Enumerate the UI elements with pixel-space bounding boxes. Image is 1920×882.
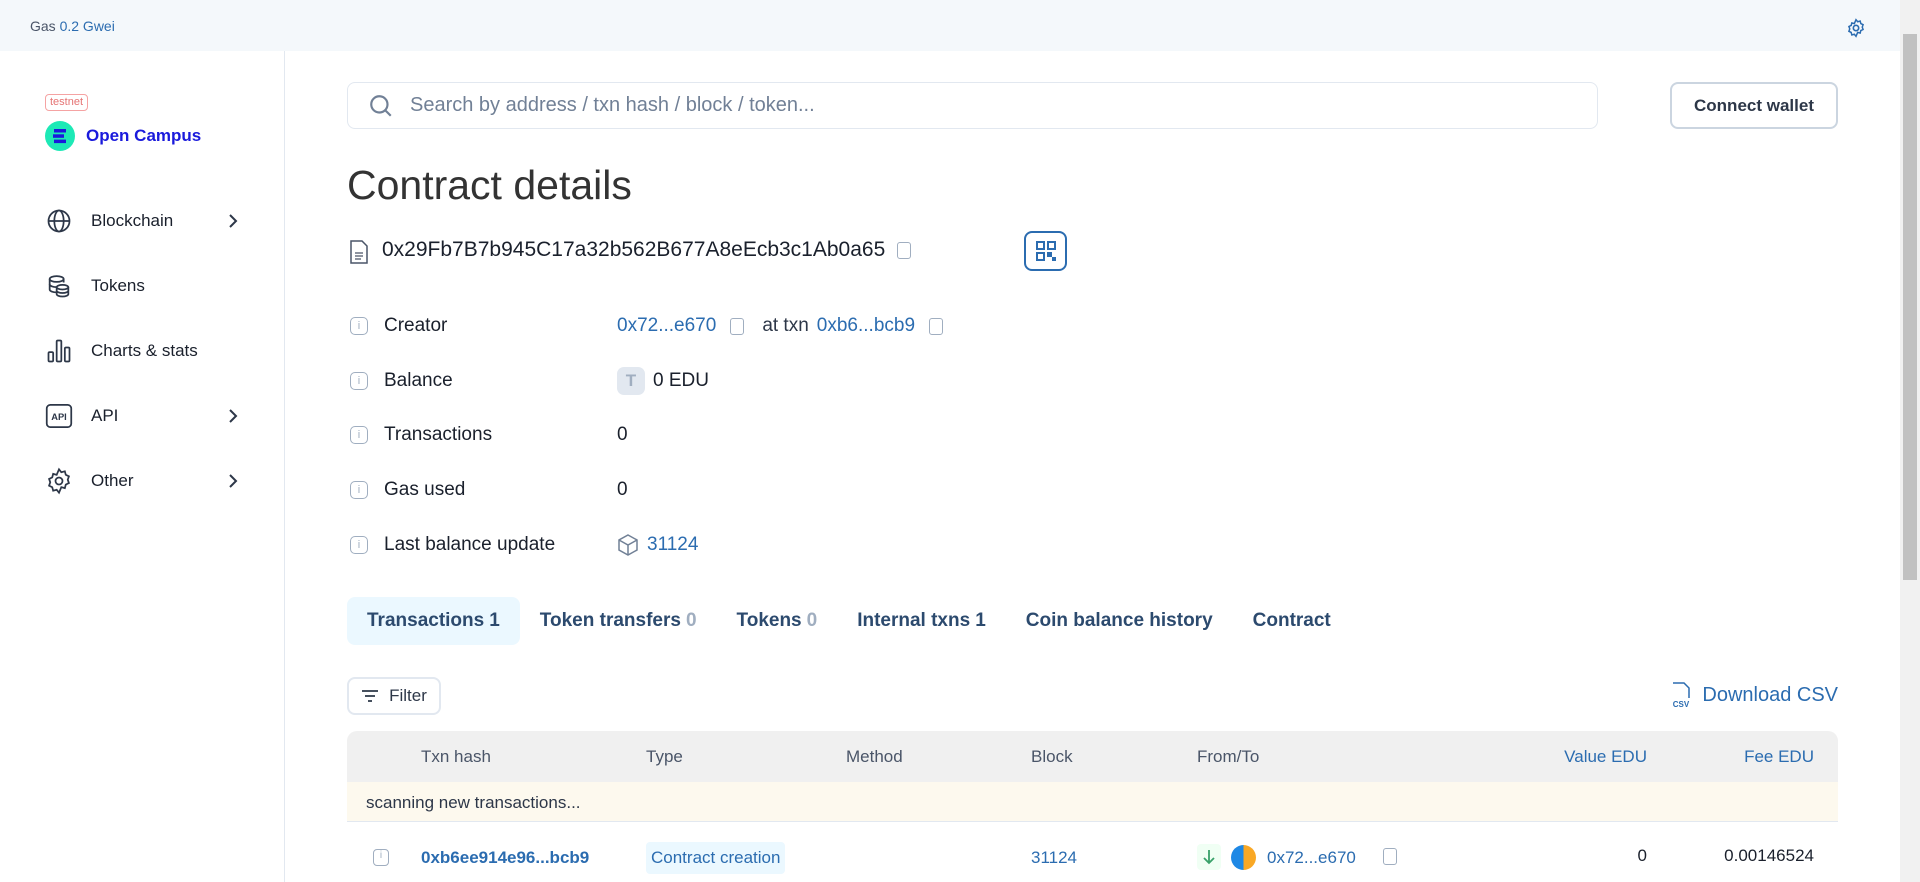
api-icon: API: [45, 404, 73, 428]
copy-icon[interactable]: [1383, 848, 1397, 865]
tab-contract[interactable]: Contract: [1233, 597, 1351, 645]
sidebar-item-other[interactable]: Other: [45, 467, 245, 495]
incoming-arrow-icon: [1197, 844, 1221, 870]
info-icon[interactable]: i: [373, 849, 389, 866]
sidebar-divider: [284, 51, 285, 882]
contract-document-icon: [350, 240, 368, 264]
type-badge: Contract creation: [646, 842, 786, 874]
info-icon[interactable]: i: [350, 536, 368, 554]
detail-row-transactions: i Transactions 0: [347, 420, 628, 450]
info-icon[interactable]: i: [350, 426, 368, 444]
gas-price[interactable]: Gas 0.2 Gwei: [30, 18, 115, 34]
scrollbar-thumb[interactable]: [1903, 34, 1917, 580]
info-icon[interactable]: i: [350, 317, 368, 335]
settings-gear-icon[interactable]: [1846, 18, 1866, 38]
filter-button[interactable]: Filter: [347, 677, 441, 715]
copy-icon[interactable]: [730, 317, 745, 335]
qr-code-icon: [1035, 241, 1056, 261]
creator-address-link[interactable]: 0x72...e670: [617, 315, 716, 337]
connect-wallet-button[interactable]: Connect wallet: [1670, 82, 1838, 129]
table-row: i 0xb6ee914e96...bcb9 Contract creation …: [347, 822, 1838, 882]
coins-icon: [48, 275, 70, 298]
copy-icon[interactable]: [897, 241, 912, 259]
block-link[interactable]: 31124: [647, 534, 698, 556]
token-avatar: T: [617, 367, 645, 395]
brand-logo[interactable]: Open Campus: [45, 121, 201, 151]
page-title: Contract details: [347, 162, 632, 208]
chevron-right-icon: [229, 474, 238, 488]
scanning-notice: scanning new transactions...: [347, 782, 1838, 822]
testnet-badge: testnet: [45, 94, 89, 111]
from-address-link[interactable]: 0x72...e670: [1267, 848, 1356, 868]
sidebar-item-api[interactable]: API API: [45, 402, 245, 430]
tab-coin-balance-history[interactable]: Coin balance history: [1006, 597, 1233, 645]
detail-row-balance: i Balance T0 EDU: [347, 366, 709, 396]
sidebar-item-tokens[interactable]: Tokens: [45, 272, 245, 300]
creator-txn-link[interactable]: 0xb6...bcb9: [817, 315, 915, 337]
txn-hash-link[interactable]: 0xb6ee914e96...bcb9: [421, 848, 589, 868]
info-icon[interactable]: i: [350, 481, 368, 499]
contract-address: 0x29Fb7B7b945C17a32b562B677A8eEcb3c1Ab0a…: [382, 238, 921, 262]
top-bar: Gas 0.2 Gwei: [0, 0, 1900, 51]
brand-name: Open Campus: [86, 126, 202, 145]
filter-icon: [362, 690, 379, 702]
block-cube-icon: [618, 534, 638, 556]
sidebar-item-blockchain[interactable]: Blockchain: [45, 207, 245, 235]
globe-icon: [47, 209, 71, 233]
copy-icon[interactable]: [929, 317, 944, 335]
tab-tokens[interactable]: Tokens 0: [717, 597, 838, 645]
open-campus-logo-icon: [45, 121, 75, 151]
tab-transactions[interactable]: Transactions 1: [347, 597, 520, 645]
download-csv-button[interactable]: CSV Download CSV: [1670, 682, 1838, 708]
detail-row-last-balance-update: i Last balance update 31124: [347, 530, 698, 560]
table-header: Txn hash Type Method Block From/To Value…: [347, 731, 1838, 782]
tab-internal-txns[interactable]: Internal txns 1: [837, 597, 1006, 645]
tab-bar: Transactions 1 Token transfers 0 Tokens 0 I…: [347, 597, 1351, 645]
info-icon[interactable]: i: [350, 372, 368, 390]
svg-text:CSV: CSV: [1673, 700, 1690, 708]
tab-token-transfers[interactable]: Token transfers 0: [520, 597, 717, 645]
detail-row-gas-used: i Gas used 0: [347, 475, 628, 505]
gear-icon: [48, 467, 70, 495]
csv-file-icon: CSV: [1673, 682, 1690, 708]
qr-code-button[interactable]: [1024, 231, 1067, 271]
chevron-right-icon: [229, 409, 238, 423]
block-link[interactable]: 31124: [1031, 848, 1077, 868]
search-icon: [370, 94, 392, 117]
bar-chart-icon: [47, 339, 71, 363]
svg-text:API: API: [51, 412, 67, 422]
sidebar-item-charts-stats[interactable]: Charts & stats: [45, 337, 245, 365]
detail-row-creator: i Creator 0x72...e670 at txn 0xb6...bcb9: [347, 311, 953, 341]
search-input[interactable]: Search by address / txn hash / block / t…: [347, 82, 1598, 129]
chevron-right-icon: [229, 214, 238, 228]
address-avatar: [1231, 845, 1256, 870]
